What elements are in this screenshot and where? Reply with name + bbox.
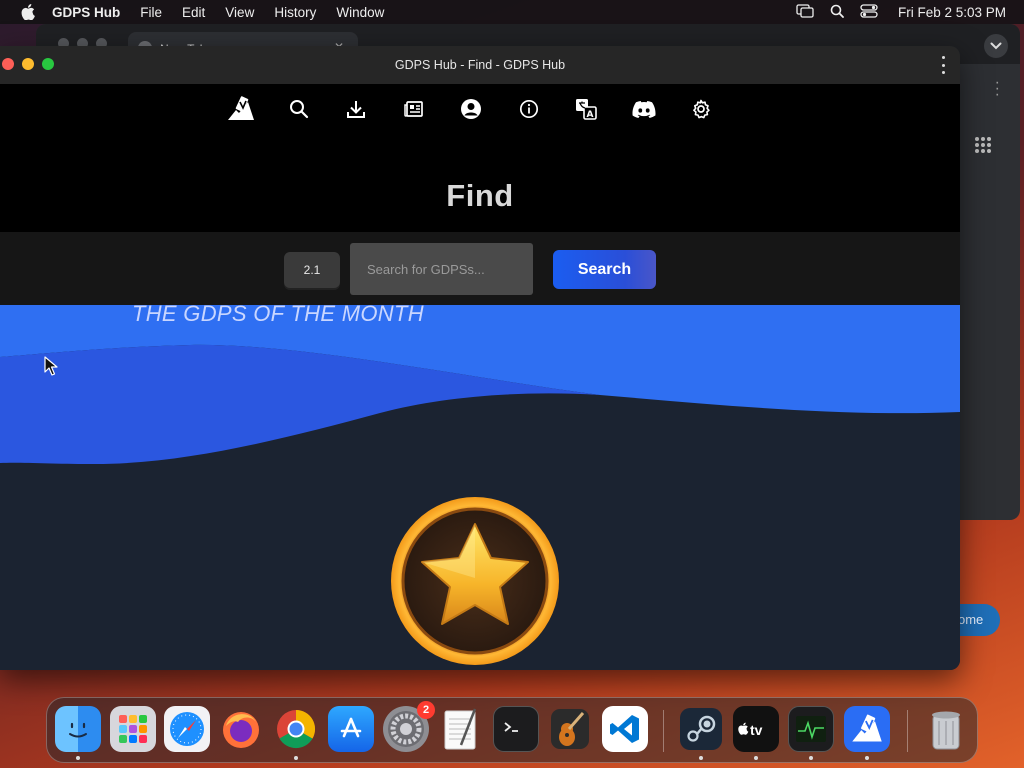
garageband-icon[interactable] xyxy=(547,706,593,752)
top-navigation: A Find xyxy=(0,84,960,232)
chrome-icon[interactable] xyxy=(273,706,319,752)
search-input[interactable] xyxy=(350,243,533,295)
textedit-icon[interactable] xyxy=(438,706,484,752)
featured-section: THE GDPS OF THE MONTH xyxy=(0,305,960,670)
dock-separator xyxy=(663,710,664,752)
apple-menu-icon[interactable] xyxy=(18,0,38,24)
gdps-hub-window: GDPS Hub - Find - GDPS Hub A Find 2.1 Se… xyxy=(0,46,960,670)
control-center-icon[interactable] xyxy=(860,3,878,21)
window-controls xyxy=(2,58,54,70)
kebab-menu-icon[interactable] xyxy=(940,56,946,74)
menu-edit[interactable]: Edit xyxy=(182,5,205,20)
apps-grid-icon[interactable] xyxy=(974,136,992,159)
screen-mirroring-icon[interactable] xyxy=(796,3,814,21)
search-bar: 2.1 Search xyxy=(0,232,960,305)
menu-clock[interactable]: Fri Feb 2 5:03 PM xyxy=(898,5,1006,20)
svg-text:tv: tv xyxy=(750,722,763,738)
steam-icon[interactable] xyxy=(678,706,724,752)
page-title: Find xyxy=(446,178,514,213)
apple-tv-icon[interactable]: tv xyxy=(733,706,779,752)
launchpad-icon[interactable] xyxy=(110,706,156,752)
menu-file[interactable]: File xyxy=(140,5,162,20)
apple-tv-running-dot xyxy=(754,756,758,760)
more-options-icon[interactable]: · · · xyxy=(995,75,1000,103)
star-medal-icon[interactable] xyxy=(390,496,560,670)
firefox-icon[interactable] xyxy=(218,706,264,752)
minimize-window-button[interactable] xyxy=(22,58,34,70)
menu-history[interactable]: History xyxy=(274,5,316,20)
window-titlebar[interactable]: GDPS Hub - Find - GDPS Hub xyxy=(0,46,960,84)
gdps-hub-dock-icon[interactable] xyxy=(844,706,890,752)
featured-heading: THE GDPS OF THE MONTH xyxy=(132,305,424,326)
chrome-running-dot xyxy=(294,756,298,760)
activity-monitor-running-dot xyxy=(809,756,813,760)
zoom-window-button[interactable] xyxy=(42,58,54,70)
trash-icon[interactable] xyxy=(923,706,969,752)
window-title: GDPS Hub - Find - GDPS Hub xyxy=(394,58,566,72)
safari-icon[interactable] xyxy=(164,706,210,752)
menu-bar: GDPS Hub File Edit View History Window F… xyxy=(0,0,1024,24)
menu-view[interactable]: View xyxy=(225,5,254,20)
version-selector-button[interactable]: 2.1 xyxy=(284,252,340,288)
chevron-down-icon[interactable] xyxy=(984,34,1008,58)
spotlight-search-icon[interactable] xyxy=(830,4,844,21)
mouse-pointer-icon xyxy=(44,356,58,381)
dock-separator xyxy=(907,710,908,752)
menu-app-name[interactable]: GDPS Hub xyxy=(52,5,120,20)
close-window-button[interactable] xyxy=(2,58,14,70)
steam-running-dot xyxy=(699,756,703,760)
gdps-hub-running-dot xyxy=(865,756,869,760)
finder-icon[interactable] xyxy=(55,706,101,752)
dock: 2 tv xyxy=(46,697,978,763)
app-store-icon[interactable] xyxy=(328,706,374,752)
search-button[interactable]: Search xyxy=(553,250,656,289)
notification-badge: 2 xyxy=(417,701,435,719)
terminal-icon[interactable] xyxy=(493,706,539,752)
system-settings-icon[interactable]: 2 xyxy=(383,701,435,752)
finder-running-dot xyxy=(76,756,80,760)
vscode-icon[interactable] xyxy=(602,706,648,752)
menu-window[interactable]: Window xyxy=(336,5,384,20)
activity-monitor-icon[interactable] xyxy=(788,706,834,752)
